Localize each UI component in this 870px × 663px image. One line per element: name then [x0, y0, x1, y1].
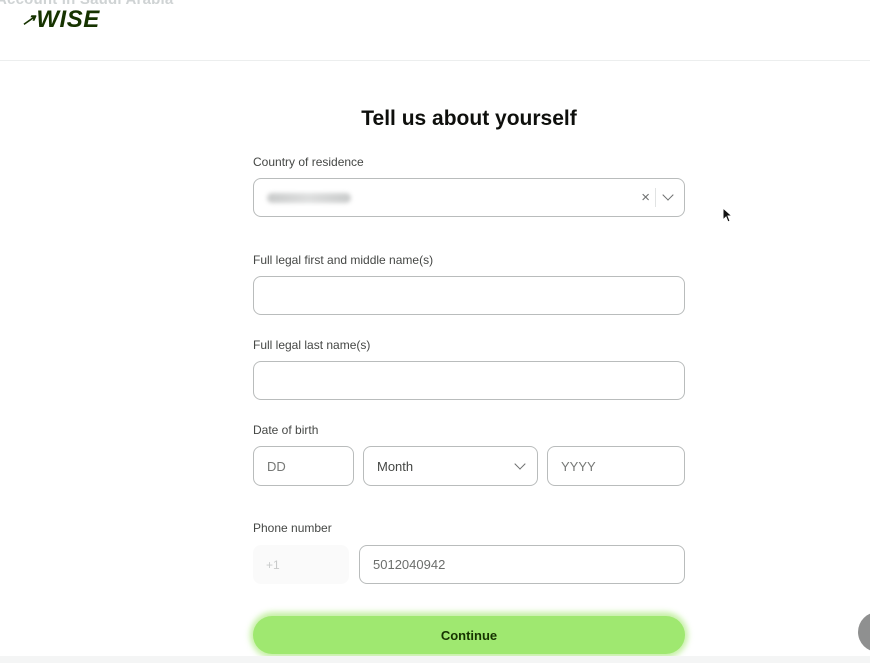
first-name-label: Full legal first and middle name(s): [253, 253, 434, 267]
continue-button[interactable]: Continue: [253, 616, 685, 654]
dob-label: Date of birth: [253, 423, 319, 437]
mouse-cursor-icon: [722, 207, 732, 223]
phone-number-field[interactable]: 5012040942: [359, 545, 685, 584]
wise-wordmark: WISE: [36, 6, 100, 33]
last-name-field[interactable]: [253, 361, 685, 400]
wise-logo[interactable]: ↗ WISE: [20, 6, 100, 33]
phone-label: Phone number: [253, 521, 332, 535]
last-name-label: Full legal last name(s): [253, 338, 371, 352]
page-title: Tell us about yourself: [361, 107, 577, 130]
phone-number-value: 5012040942: [373, 557, 446, 572]
header-divider: [0, 60, 870, 61]
chevron-down-icon[interactable]: [662, 189, 674, 201]
select-divider: [655, 188, 656, 207]
dob-month-value: Month: [377, 458, 414, 474]
floating-action-circle[interactable]: [858, 612, 870, 652]
dob-month-select[interactable]: Month: [363, 446, 538, 486]
clear-icon[interactable]: ×: [641, 189, 650, 206]
bottom-edge: [0, 656, 870, 663]
country-select[interactable]: ×: [253, 178, 685, 217]
country-value-redacted: [267, 192, 351, 203]
dob-day-placeholder: DD: [267, 458, 286, 474]
first-name-field[interactable]: [253, 276, 685, 315]
phone-country-code[interactable]: +1: [253, 545, 349, 584]
wise-flag-icon: ↗: [20, 12, 37, 29]
dob-year-placeholder: YYYY: [561, 458, 596, 474]
country-label: Country of residence: [253, 155, 364, 169]
chevron-down-icon: [514, 458, 526, 470]
dob-year-field[interactable]: YYYY: [547, 446, 685, 486]
dob-day-field[interactable]: DD: [253, 446, 354, 486]
